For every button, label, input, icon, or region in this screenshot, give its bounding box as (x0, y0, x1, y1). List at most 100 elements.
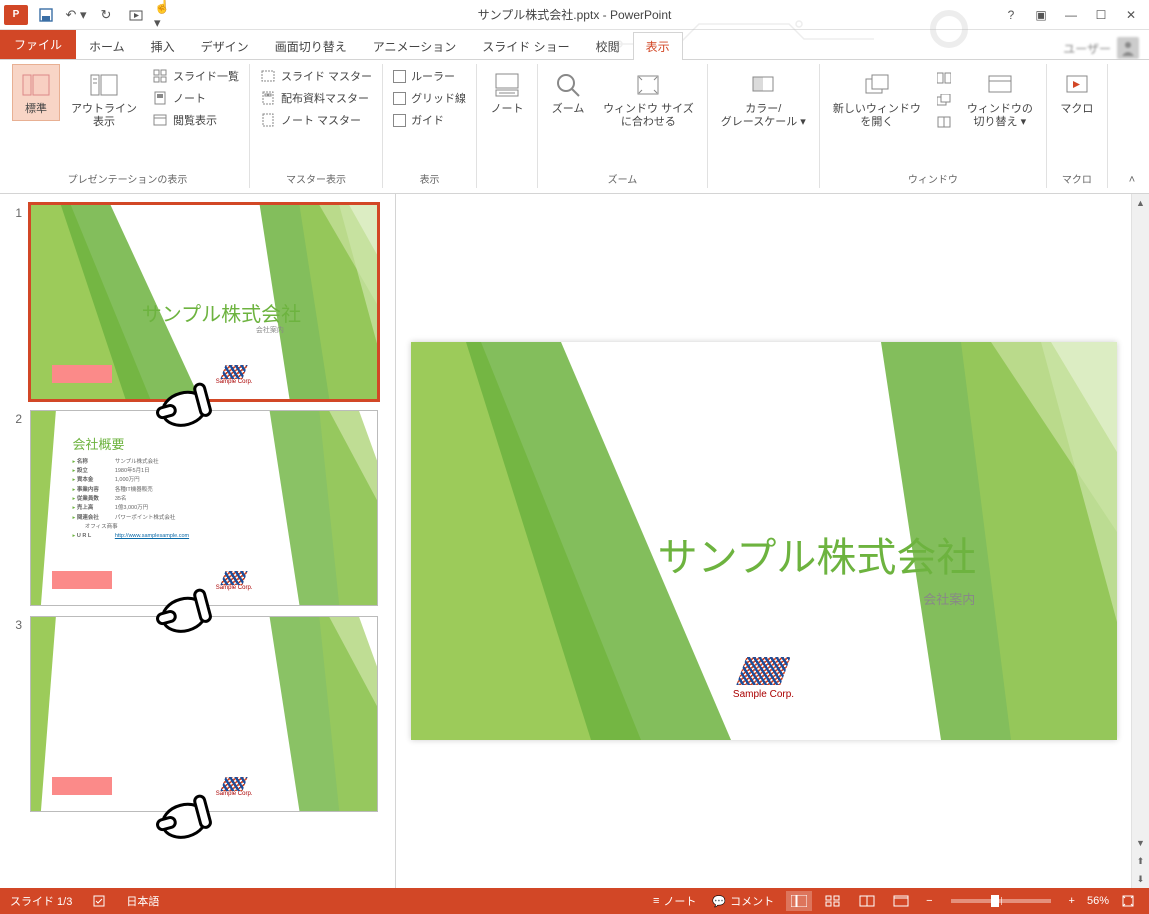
vertical-scrollbar[interactable]: ▲ ▼ ⬆ ⬇ (1131, 194, 1149, 888)
toggle-gridlines[interactable]: グリッド線 (389, 88, 470, 108)
group-label: マスター表示 (256, 169, 376, 188)
zoom-slider-thumb[interactable] (991, 895, 999, 907)
notes-master-icon (260, 112, 276, 128)
tab-transitions[interactable]: 画面切り替え (262, 32, 360, 60)
slide-master-button[interactable]: スライド マスター (256, 66, 376, 86)
slide-thumbnails-panel[interactable]: 1 サンプル株式会社 会社案内 Sample Corp. 2 (0, 194, 396, 888)
spell-check-button[interactable] (88, 892, 110, 910)
macros-icon (1061, 69, 1093, 101)
notes-icon (491, 69, 523, 101)
toggle-guides[interactable]: ガイド (389, 110, 470, 130)
scroll-down-button[interactable]: ▼ (1132, 834, 1149, 852)
switch-windows-button[interactable]: ウィンドウの 切り替え ▾ (960, 64, 1040, 134)
powerpoint-logo: P (4, 5, 28, 25)
view-reading-shortcut[interactable] (854, 891, 880, 911)
help-button[interactable]: ? (997, 4, 1025, 26)
move-split-button[interactable] (932, 112, 956, 132)
user-avatar-icon (1117, 37, 1139, 59)
slide-title[interactable]: サンプル株式会社 (658, 525, 977, 583)
notes-master-button[interactable]: ノート マスター (256, 110, 376, 130)
thumbnail-item[interactable]: 1 サンプル株式会社 会社案内 Sample Corp. (8, 204, 387, 400)
tab-home[interactable]: ホーム (76, 32, 138, 60)
notes-page-icon (152, 90, 168, 106)
view-outline-button[interactable]: アウトライン 表示 (64, 64, 144, 134)
scroll-up-button[interactable]: ▲ (1132, 194, 1149, 212)
view-normal-shortcut[interactable] (786, 891, 812, 911)
tab-design[interactable]: デザイン (188, 32, 262, 60)
qat-undo[interactable]: ↶ ▾ (64, 3, 88, 27)
minimize-button[interactable]: — (1057, 4, 1085, 26)
handout-master-button[interactable]: 配布資料マスター (256, 88, 376, 108)
view-reading-button[interactable]: 閲覧表示 (148, 110, 243, 130)
tab-slideshow[interactable]: スライド ショー (469, 32, 582, 60)
language-indicator[interactable]: 日本語 (126, 893, 159, 909)
slide-editing-area[interactable]: サンプル株式会社 会社案内 Sample Corp. (396, 194, 1131, 888)
color-grayscale-button[interactable]: カラー/ グレースケール ▾ (714, 64, 813, 134)
fit-to-window-button[interactable]: ウィンドウ サイズ に合わせる (596, 64, 701, 134)
view-sorter-shortcut[interactable] (820, 891, 846, 911)
redacted-block (52, 571, 112, 589)
zoom-out-button[interactable]: − (922, 893, 936, 909)
view-slide-sorter-button[interactable]: スライド一覧 (148, 66, 243, 86)
macros-button[interactable]: マクロ (1053, 64, 1101, 121)
notes-toggle[interactable]: ≡ ノート (649, 891, 700, 911)
status-bar: スライド 1/3 日本語 ≡ ノート 💬 コメント − + 56% (0, 888, 1149, 914)
redacted-block (52, 365, 112, 383)
zoom-button[interactable]: ズーム (544, 64, 592, 121)
tab-view[interactable]: 表示 (633, 32, 683, 60)
switch-windows-icon (984, 69, 1016, 101)
close-button[interactable]: ✕ (1117, 4, 1145, 26)
view-notes-page-button[interactable]: ノート (148, 88, 243, 108)
thumbnail-item[interactable]: 2 会社概要 名称サンプル株式会社設立1980年5月1日資本金1,000万円事業… (8, 410, 387, 606)
qat-touch-mode[interactable]: ☝ ▾ (154, 3, 178, 27)
zoom-in-button[interactable]: + (1065, 893, 1079, 909)
group-label (483, 184, 531, 188)
group-show: ルーラー グリッド線 ガイド 表示 (383, 64, 477, 188)
collapse-ribbon-button[interactable]: ˄ (1123, 171, 1141, 189)
slide-title: 会社概要 (73, 434, 125, 453)
normal-view-icon (20, 69, 52, 101)
cascade-button[interactable] (932, 90, 956, 110)
zoom-icon (552, 69, 584, 101)
group-label: ズーム (544, 169, 701, 188)
group-label: ウィンドウ (826, 169, 1040, 188)
slide-subtitle: 会社案内 (256, 325, 284, 335)
slide-thumbnail-2[interactable]: 会社概要 名称サンプル株式会社設立1980年5月1日資本金1,000万円事業内容… (30, 410, 378, 606)
qat-save[interactable] (34, 3, 58, 27)
user-name: ユーザー (1063, 40, 1111, 57)
current-slide-canvas[interactable]: サンプル株式会社 会社案内 Sample Corp. (411, 342, 1117, 740)
prev-slide-button[interactable]: ⬆ (1132, 852, 1149, 870)
checkbox-icon (393, 92, 406, 105)
tab-insert[interactable]: 挿入 (138, 32, 188, 60)
ribbon-display-options[interactable]: ▣ (1027, 4, 1055, 26)
thumbnail-item[interactable]: 3 Sample Corp. (8, 616, 387, 812)
group-macro: マクロ マクロ (1047, 64, 1108, 188)
slide-subtitle[interactable]: 会社案内 (923, 589, 975, 608)
zoom-slider[interactable] (951, 899, 1051, 903)
tab-animations[interactable]: アニメーション (360, 32, 470, 60)
notes-button[interactable]: ノート (483, 64, 531, 121)
qat-redo[interactable]: ↻ (94, 3, 118, 27)
view-slideshow-shortcut[interactable] (888, 891, 914, 911)
arrange-all-button[interactable] (932, 68, 956, 88)
slide-counter[interactable]: スライド 1/3 (10, 893, 72, 909)
group-zoom: ズーム ウィンドウ サイズ に合わせる ズーム (538, 64, 708, 188)
fit-to-window-shortcut[interactable] (1117, 892, 1139, 910)
qat-start-from-beginning[interactable] (124, 3, 148, 27)
signed-in-user[interactable]: ユーザー (1063, 37, 1149, 59)
view-normal-button[interactable]: 標準 (12, 64, 60, 121)
next-slide-button[interactable]: ⬇ (1132, 870, 1149, 888)
slide-thumbnail-3[interactable]: Sample Corp. (30, 616, 378, 812)
maximize-button[interactable]: ☐ (1087, 4, 1115, 26)
scroll-track[interactable] (1132, 212, 1149, 834)
tab-review[interactable]: 校閲 (583, 32, 633, 60)
slide-number: 2 (8, 410, 22, 426)
zoom-percent[interactable]: 56% (1087, 895, 1109, 907)
toggle-ruler[interactable]: ルーラー (389, 66, 470, 86)
split-icon (936, 114, 952, 130)
ribbon-tab-strip: ファイル ホーム 挿入 デザイン 画面切り替え アニメーション スライド ショー… (0, 30, 1149, 60)
tab-file[interactable]: ファイル (0, 29, 76, 59)
comments-toggle[interactable]: 💬 コメント (708, 891, 778, 911)
new-window-button[interactable]: 新しいウィンドウ を開く (826, 64, 928, 134)
slide-thumbnail-1[interactable]: サンプル株式会社 会社案内 Sample Corp. (30, 204, 378, 400)
